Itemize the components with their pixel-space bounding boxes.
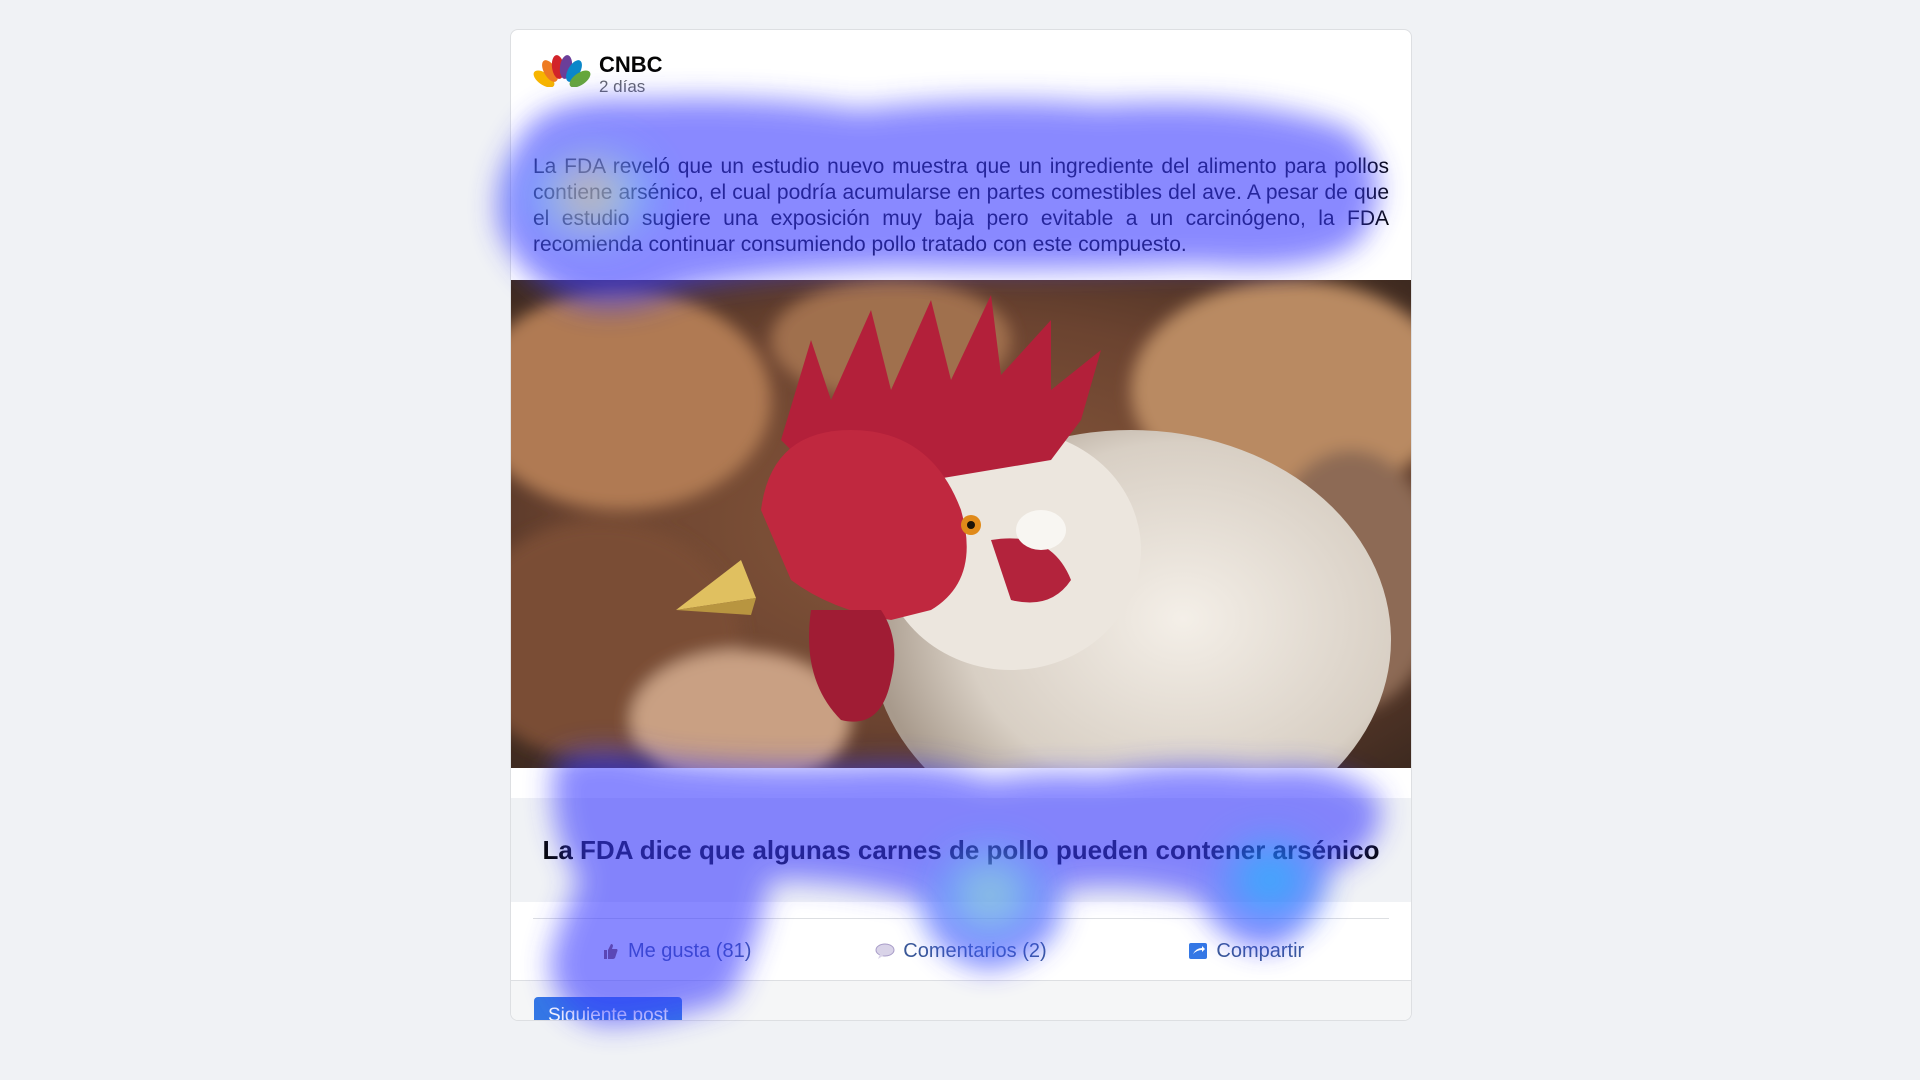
post-text: La FDA reveló que un estudio nuevo muest… <box>533 155 1389 256</box>
action-bar: Me gusta (81) Comentarios (2) Compartir <box>533 924 1389 978</box>
like-button[interactable]: Me gusta (81) <box>533 940 818 963</box>
rooster-photo[interactable] <box>511 280 1411 768</box>
share-button[interactable]: Compartir <box>1104 940 1389 963</box>
next-post-button[interactable]: Siguiente post <box>534 997 683 1020</box>
share-label: Compartir <box>1216 939 1305 962</box>
rooster-illustration <box>511 280 1411 768</box>
post-header: CNBC 2 días <box>533 50 663 100</box>
comments-button[interactable]: Comentarios (2) <box>818 940 1103 963</box>
post-card: CNBC 2 días La FDA reveló que un estudio… <box>510 29 1412 1021</box>
headline-box[interactable]: La FDA dice que algunas carnes de pollo … <box>511 798 1411 902</box>
thumbs-up-icon <box>600 941 620 961</box>
cnbc-peacock-logo <box>533 55 591 97</box>
source-name[interactable]: CNBC <box>599 53 663 77</box>
speech-bubble-icon <box>875 941 895 961</box>
article-headline[interactable]: La FDA dice que algunas carnes de pollo … <box>542 835 1379 866</box>
post-time: 2 días <box>599 77 646 96</box>
comments-label: Comentarios (2) <box>903 939 1047 962</box>
like-label: Me gusta (81) <box>627 939 752 962</box>
divider <box>533 918 1389 919</box>
post-footer: Siguiente post <box>511 980 1411 1020</box>
share-icon <box>1188 941 1208 961</box>
